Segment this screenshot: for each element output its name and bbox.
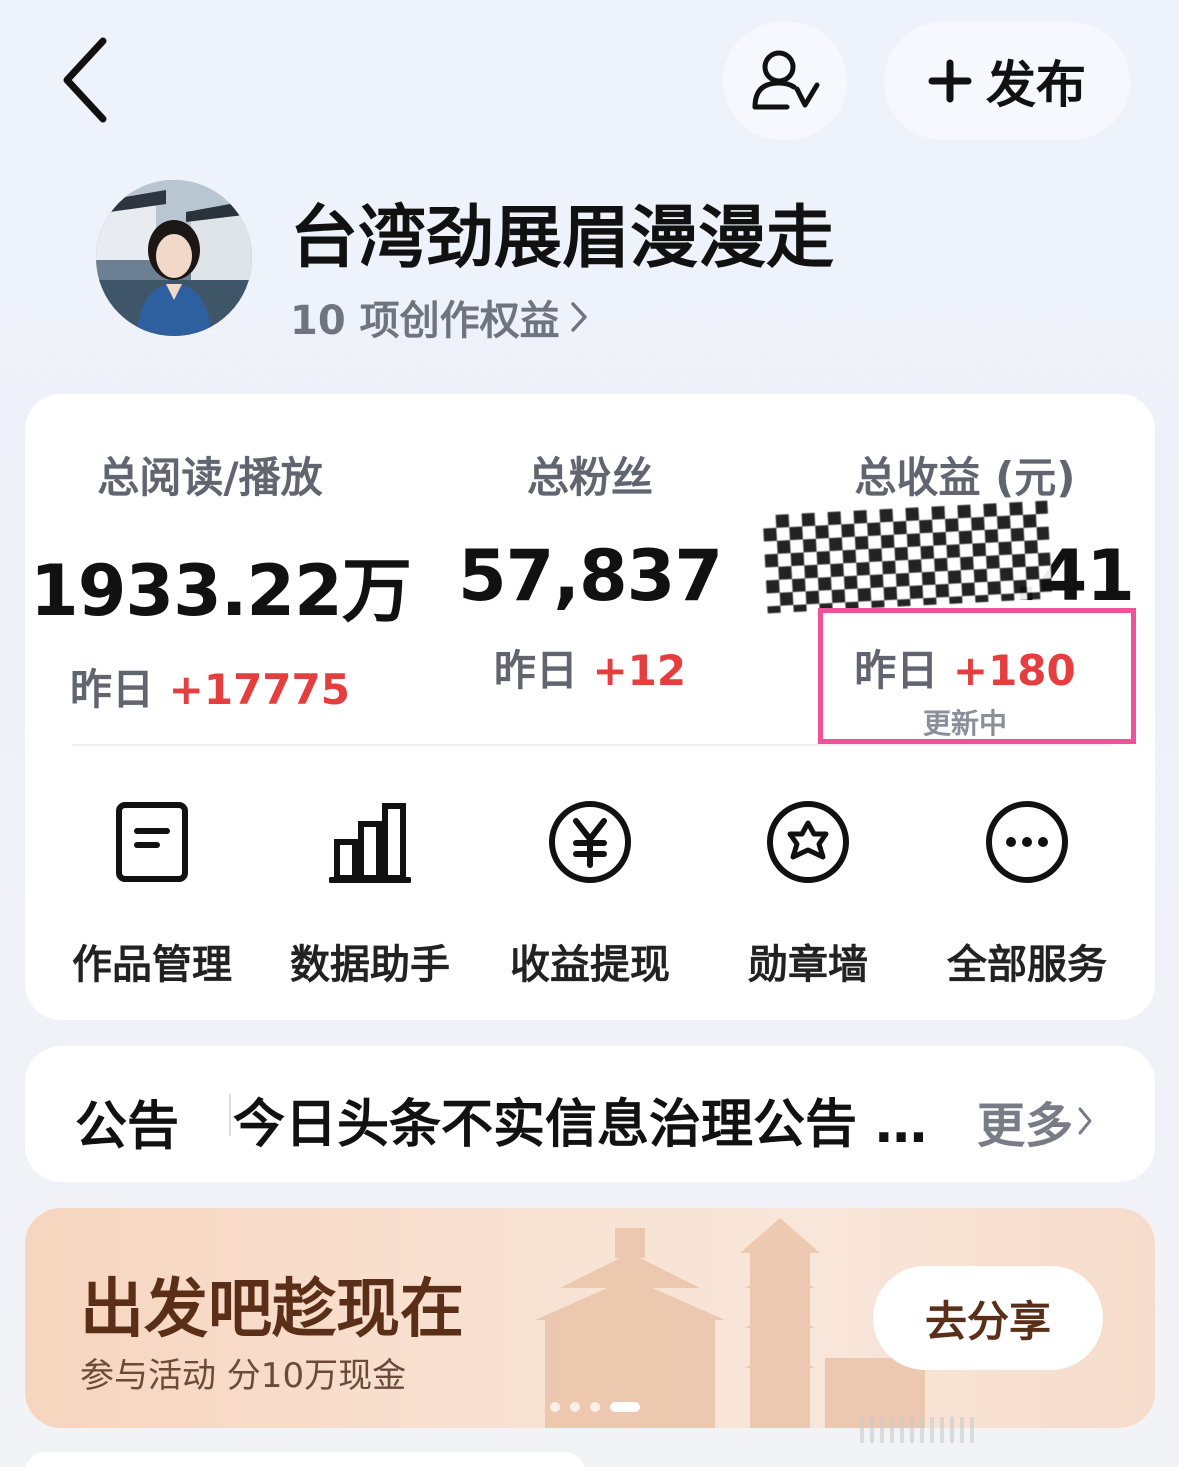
announcement-more-link[interactable]: 更多 xyxy=(977,1086,1093,1156)
tool-earnings-withdraw[interactable]: 收益提现 xyxy=(490,792,690,990)
announcement-title: 公告 xyxy=(75,1097,180,1157)
username: 台湾劲展眉漫漫走 xyxy=(290,199,835,278)
yen-circle-icon xyxy=(549,801,631,883)
chevron-left-icon xyxy=(63,37,107,123)
chevron-right-icon xyxy=(570,302,587,332)
stat-delta: 昨日 +12 xyxy=(493,646,687,695)
stat-value: 1933.22万 xyxy=(30,550,412,632)
stat-delta: 昨日 +17775 xyxy=(70,665,350,714)
tool-label: 数据助手 xyxy=(290,942,450,988)
share-button[interactable]: 去分享 xyxy=(873,1266,1103,1370)
tool-data-assistant[interactable]: 数据助手 xyxy=(270,792,470,990)
landmark-illustration xyxy=(535,1218,925,1428)
carousel-indicator xyxy=(550,1402,640,1412)
tool-label: 作品管理 xyxy=(72,942,232,988)
tool-works-management[interactable]: 作品管理 xyxy=(52,792,252,990)
stat-reads[interactable]: 总阅读/播放 1933.22万 昨日 +17775 xyxy=(30,444,412,717)
tool-label: 勋章墙 xyxy=(748,942,868,988)
creator-rights-label: 10 项创作权益 xyxy=(290,298,560,344)
publish-button[interactable]: 发布 xyxy=(884,22,1130,140)
badge-star-icon xyxy=(767,801,849,883)
chevron-right-icon xyxy=(1078,1107,1092,1135)
banner-subtitle: 参与活动 分10万现金 xyxy=(80,1356,407,1396)
stat-fans[interactable]: 总粉丝 57,837 昨日 +12 xyxy=(420,444,760,698)
bar-chart-icon xyxy=(329,803,411,883)
carousel-dot[interactable] xyxy=(550,1402,560,1412)
user-check-icon xyxy=(752,50,820,110)
document-icon xyxy=(116,802,188,882)
stat-value: 57,837 xyxy=(457,535,723,617)
promo-banner[interactable]: 出发吧趁现在 参与活动 分10万现金 去分享 xyxy=(25,1208,1155,1428)
watermark xyxy=(860,1412,1160,1448)
tool-all-services[interactable]: 全部服务 xyxy=(927,792,1127,990)
highlight-annotation xyxy=(818,608,1136,744)
tool-label: 收益提现 xyxy=(510,942,670,988)
more-label: 更多 xyxy=(977,1098,1074,1154)
back-button[interactable] xyxy=(40,30,130,130)
divider xyxy=(72,744,1112,746)
user-switch-button[interactable] xyxy=(723,22,847,140)
next-card-peek xyxy=(25,1452,585,1467)
more-dots-icon xyxy=(986,801,1068,883)
censor-mosaic xyxy=(762,500,1053,614)
plus-icon xyxy=(928,59,972,103)
stat-label: 总收益 (元) xyxy=(854,453,1076,502)
carousel-dot[interactable] xyxy=(570,1402,580,1412)
avatar[interactable] xyxy=(96,180,252,336)
tool-label: 全部服务 xyxy=(947,942,1107,988)
announcement-separator xyxy=(229,1094,231,1136)
carousel-dot[interactable] xyxy=(590,1402,600,1412)
tool-badge-wall[interactable]: 勋章墙 xyxy=(708,792,908,990)
avatar-photo xyxy=(96,180,252,336)
creator-rights-link[interactable]: 10 项创作权益 xyxy=(290,288,588,346)
stat-label: 总阅读/播放 xyxy=(97,453,323,502)
stat-label: 总粉丝 xyxy=(526,453,653,502)
publish-label: 发布 xyxy=(986,56,1086,114)
announcement-text[interactable]: 今日头条不实信息治理公告 … xyxy=(233,1082,927,1157)
announcement-bar[interactable]: 公告 今日头条不实信息治理公告 … 更多 xyxy=(25,1046,1155,1182)
banner-title: 出发吧趁现在 xyxy=(80,1273,464,1347)
carousel-dot-active[interactable] xyxy=(610,1402,640,1412)
